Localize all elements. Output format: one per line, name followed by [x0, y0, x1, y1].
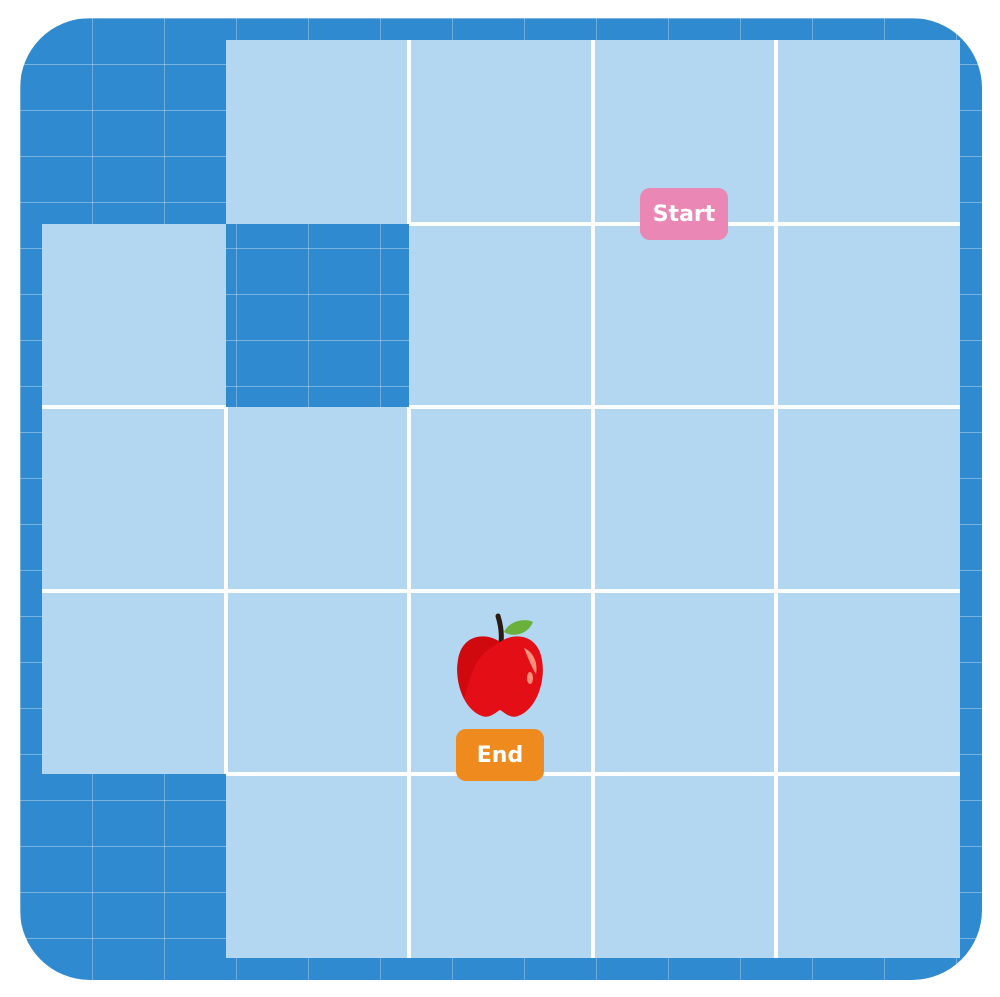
grid-line: [407, 407, 412, 591]
game-board: [20, 18, 982, 980]
grid-cell[interactable]: [776, 407, 960, 591]
grid-line: [409, 405, 593, 410]
grid-line: [225, 588, 410, 593]
grid-cell[interactable]: [592, 774, 777, 958]
grid-cell[interactable]: [592, 223, 777, 408]
grid-cell[interactable]: [592, 590, 777, 775]
start-label: Start: [640, 188, 728, 240]
grid-cell[interactable]: [42, 407, 226, 591]
grid-line: [42, 588, 226, 593]
grid-cell[interactable]: [42, 223, 226, 408]
wall-cell: [42, 774, 226, 958]
grid-line: [409, 221, 593, 226]
grid-line: [592, 772, 777, 777]
grid-line: [590, 407, 595, 591]
grid-cell[interactable]: [225, 774, 410, 958]
grid-line: [592, 405, 777, 410]
grid-cell[interactable]: [409, 774, 593, 958]
grid-cell[interactable]: [225, 40, 410, 224]
grid-line: [590, 40, 595, 224]
wall-cell: [226, 224, 410, 408]
grid-line: [774, 774, 779, 958]
grid-cell[interactable]: [225, 407, 410, 591]
grid-line: [590, 223, 595, 408]
grid-line: [225, 772, 410, 777]
grid-cell[interactable]: [409, 407, 593, 591]
wall-cell: [42, 40, 226, 224]
grid-line: [407, 774, 412, 958]
grid-line: [774, 40, 779, 224]
grid-line: [774, 590, 779, 775]
grid-cell[interactable]: [409, 40, 593, 224]
apple-icon[interactable]: [450, 612, 550, 722]
grid-line: [774, 407, 779, 591]
grid-cell[interactable]: [592, 407, 777, 591]
grid-line: [409, 588, 593, 593]
grid-line: [590, 774, 595, 958]
grid-line: [776, 588, 960, 593]
grid-line: [590, 590, 595, 775]
grid-cell[interactable]: [776, 774, 960, 958]
grid-cell[interactable]: [776, 590, 960, 775]
grid-line: [407, 40, 412, 224]
grid-cell[interactable]: [225, 590, 410, 775]
grid-line: [774, 223, 779, 408]
grid-line: [776, 772, 960, 777]
grid-line: [776, 405, 960, 410]
grid-line: [592, 588, 777, 593]
grid-cell[interactable]: [409, 223, 593, 408]
grid-line: [223, 407, 228, 591]
grid-cell[interactable]: [42, 590, 226, 775]
grid-cell[interactable]: [776, 40, 960, 224]
grid-cell[interactable]: [776, 223, 960, 408]
grid-line: [42, 405, 226, 410]
grid-line: [776, 221, 960, 226]
grid-line: [407, 590, 412, 775]
grid-line: [223, 590, 228, 775]
end-label: End: [456, 729, 544, 781]
